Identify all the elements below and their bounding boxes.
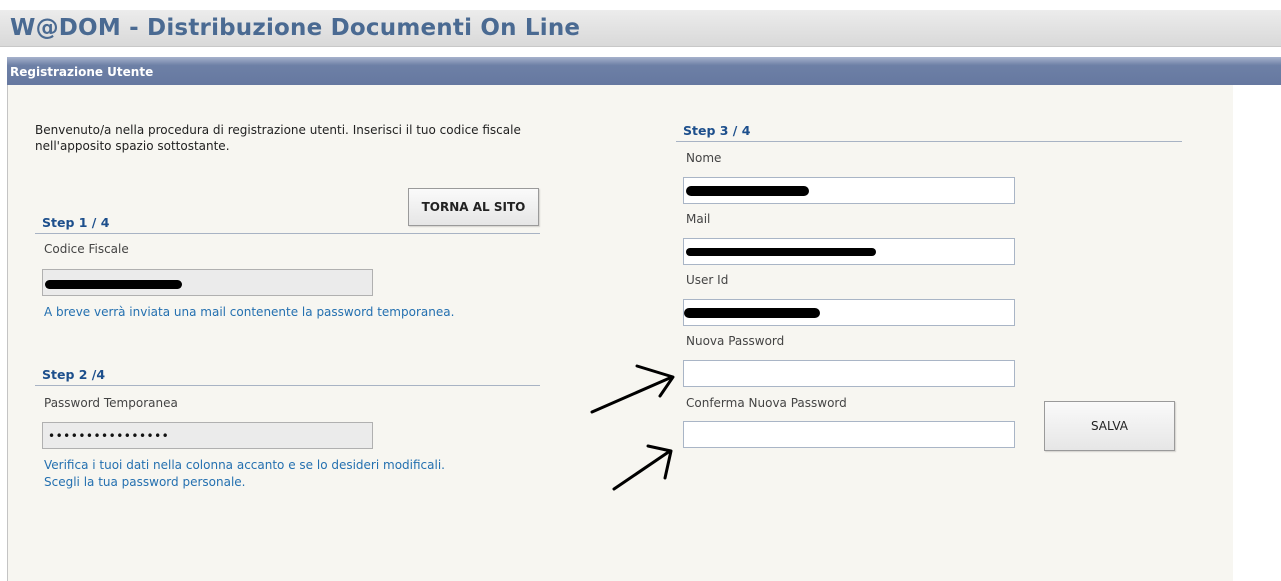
annotation-arrows [590,364,675,491]
arrow-icon [612,444,673,491]
arrow-icon [590,364,675,414]
